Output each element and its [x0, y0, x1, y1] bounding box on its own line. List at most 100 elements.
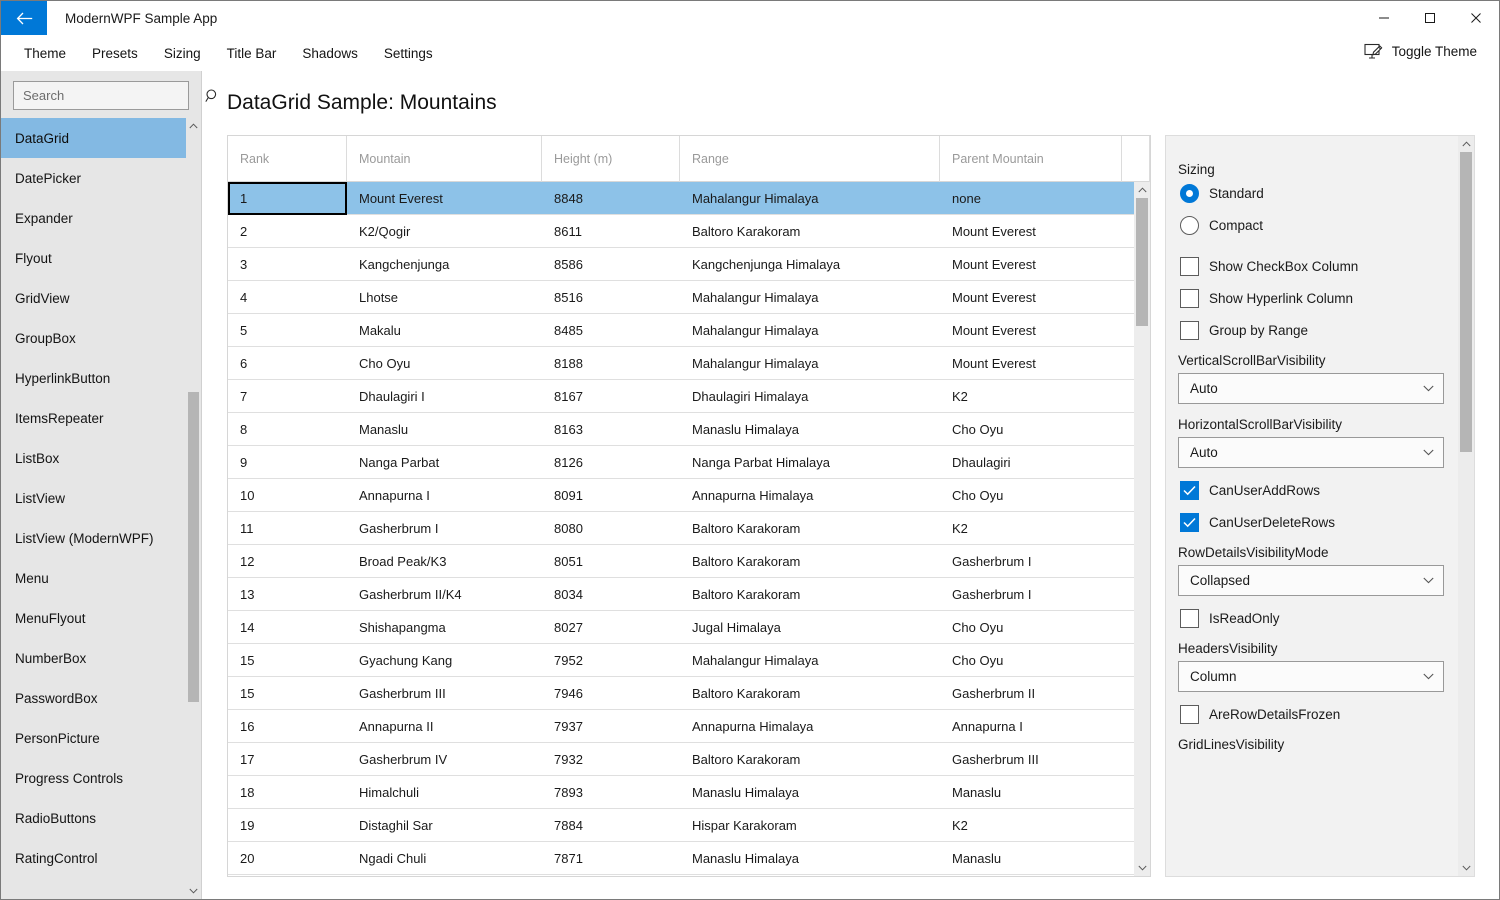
cell-rank[interactable]: 18: [228, 776, 347, 808]
back-button[interactable]: [1, 1, 47, 35]
cell-mountain[interactable]: Lhotse: [347, 281, 542, 313]
table-row[interactable]: 17Gasherbrum IV7932Baltoro KarakoramGash…: [228, 743, 1134, 776]
table-row[interactable]: 13Gasherbrum II/K48034Baltoro KarakoramG…: [228, 578, 1134, 611]
cell-height[interactable]: 8034: [542, 578, 680, 610]
table-row[interactable]: 14Shishapangma8027Jugal HimalayaCho Oyu: [228, 611, 1134, 644]
cell-height[interactable]: 8848: [542, 182, 680, 214]
cell-parent[interactable]: Manaslu: [940, 776, 1122, 808]
menu-item-sizing[interactable]: Sizing: [151, 40, 214, 67]
table-row[interactable]: 7Dhaulagiri I8167Dhaulagiri HimalayaK2: [228, 380, 1134, 413]
datagrid-scroll-up-button[interactable]: [1135, 182, 1150, 198]
cell-mountain[interactable]: Cho Oyu: [347, 347, 542, 379]
cell-height[interactable]: 8126: [542, 446, 680, 478]
table-row[interactable]: 3Kangchenjunga8586Kangchenjunga Himalaya…: [228, 248, 1134, 281]
cell-range[interactable]: Jugal Himalaya: [680, 611, 940, 643]
table-row[interactable]: 9Nanga Parbat8126Nanga Parbat HimalayaDh…: [228, 446, 1134, 479]
cell-mountain[interactable]: Gasherbrum IV: [347, 743, 542, 775]
table-row[interactable]: 5Makalu8485Mahalangur HimalayaMount Ever…: [228, 314, 1134, 347]
cell-height[interactable]: 8516: [542, 281, 680, 313]
cell-parent[interactable]: Mount Everest: [940, 281, 1122, 313]
cell-range[interactable]: Mahalangur Himalaya: [680, 281, 940, 313]
sidebar-item-datepicker[interactable]: DatePicker: [1, 158, 187, 198]
cell-mountain[interactable]: Gyachung Kang: [347, 644, 542, 676]
sidebar-scroll-down-button[interactable]: [186, 883, 201, 899]
cell-rank[interactable]: 7: [228, 380, 347, 412]
row-details-visibility-mode-select[interactable]: Collapsed: [1178, 565, 1444, 596]
cell-rank[interactable]: 15: [228, 644, 347, 676]
menu-item-settings[interactable]: Settings: [371, 40, 446, 67]
cell-range[interactable]: Baltoro Karakoram: [680, 677, 940, 709]
cell-height[interactable]: 8611: [542, 215, 680, 247]
table-row[interactable]: 15Gasherbrum III7946Baltoro KarakoramGas…: [228, 677, 1134, 710]
cell-rank[interactable]: 1: [228, 182, 347, 215]
cell-parent[interactable]: Gasherbrum I: [940, 578, 1122, 610]
settings-scroll-up-button[interactable]: [1459, 136, 1474, 152]
cell-height[interactable]: 7937: [542, 710, 680, 742]
cell-rank[interactable]: 10: [228, 479, 347, 511]
cell-parent[interactable]: Gasherbrum I: [940, 545, 1122, 577]
sidebar-scroll-track[interactable]: [186, 134, 201, 883]
cell-range[interactable]: Baltoro Karakoram: [680, 578, 940, 610]
table-row[interactable]: 2K2/Qogir8611Baltoro KarakoramMount Ever…: [228, 215, 1134, 248]
cell-rank[interactable]: 2: [228, 215, 347, 247]
column-header-mountain[interactable]: Mountain: [347, 136, 542, 182]
cell-parent[interactable]: Mount Everest: [940, 248, 1122, 280]
cell-mountain[interactable]: Manaslu: [347, 413, 542, 445]
datagrid-scroll-thumb[interactable]: [1136, 198, 1148, 326]
cell-mountain[interactable]: Ngadi Chuli: [347, 842, 542, 874]
sidebar-item-progress-controls[interactable]: Progress Controls: [1, 758, 187, 798]
table-row[interactable]: 15Gyachung Kang7952Mahalangur HimalayaCh…: [228, 644, 1134, 677]
search-button[interactable]: [205, 82, 220, 109]
table-row[interactable]: 6Cho Oyu8188Mahalangur HimalayaMount Eve…: [228, 347, 1134, 380]
menu-item-shadows[interactable]: Shadows: [289, 40, 371, 67]
cell-height[interactable]: 7932: [542, 743, 680, 775]
checkbox-is-read-only[interactable]: IsReadOnly: [1178, 609, 1444, 628]
checkbox-are-row-details-frozen[interactable]: AreRowDetailsFrozen: [1178, 705, 1444, 724]
sidebar-item-gridview[interactable]: GridView: [1, 278, 187, 318]
cell-mountain[interactable]: Kangchenjunga: [347, 248, 542, 280]
table-row[interactable]: 4Lhotse8516Mahalangur HimalayaMount Ever…: [228, 281, 1134, 314]
column-header-height[interactable]: Height (m): [542, 136, 680, 182]
cell-rank[interactable]: 6: [228, 347, 347, 379]
cell-mountain[interactable]: Annapurna I: [347, 479, 542, 511]
radio-compact[interactable]: Compact: [1178, 216, 1444, 235]
cell-rank[interactable]: 5: [228, 314, 347, 346]
sidebar-item-flyout[interactable]: Flyout: [1, 238, 187, 278]
menu-item-theme[interactable]: Theme: [11, 40, 79, 67]
cell-range[interactable]: Baltoro Karakoram: [680, 743, 940, 775]
table-row[interactable]: 11Gasherbrum I8080Baltoro KarakoramK2: [228, 512, 1134, 545]
cell-range[interactable]: Manaslu Himalaya: [680, 776, 940, 808]
cell-range[interactable]: Nanga Parbat Himalaya: [680, 446, 940, 478]
datagrid-scrollbar[interactable]: [1134, 182, 1150, 876]
sidebar-item-ratingcontrol[interactable]: RatingControl: [1, 838, 187, 878]
table-row[interactable]: 12Broad Peak/K38051Baltoro KarakoramGash…: [228, 545, 1134, 578]
checkbox-can-user-delete-rows[interactable]: CanUserDeleteRows: [1178, 513, 1444, 532]
table-row[interactable]: 8Manaslu8163Manaslu HimalayaCho Oyu: [228, 413, 1134, 446]
sidebar-item-numberbox[interactable]: NumberBox: [1, 638, 187, 678]
datagrid-scroll-track[interactable]: [1134, 198, 1150, 860]
cell-parent[interactable]: K2: [940, 512, 1122, 544]
cell-parent[interactable]: K2: [940, 809, 1122, 841]
cell-range[interactable]: Manaslu Himalaya: [680, 842, 940, 874]
cell-range[interactable]: Annapurna Himalaya: [680, 710, 940, 742]
sidebar-item-listbox[interactable]: ListBox: [1, 438, 187, 478]
cell-mountain[interactable]: K2/Qogir: [347, 215, 542, 247]
cell-height[interactable]: 8163: [542, 413, 680, 445]
column-header-filler[interactable]: [1122, 136, 1150, 182]
maximize-button[interactable]: [1407, 1, 1453, 35]
cell-height[interactable]: 7884: [542, 809, 680, 841]
settings-scrollbar[interactable]: [1458, 136, 1474, 876]
sidebar-item-datagrid[interactable]: DataGrid: [1, 118, 187, 158]
column-header-parent-mountain[interactable]: Parent Mountain: [940, 136, 1122, 182]
cell-rank[interactable]: 14: [228, 611, 347, 643]
cell-rank[interactable]: 9: [228, 446, 347, 478]
sidebar-item-personpicture[interactable]: PersonPicture: [1, 718, 187, 758]
sidebar-scrollbar[interactable]: [186, 118, 201, 899]
sidebar-item-hyperlinkbutton[interactable]: HyperlinkButton: [1, 358, 187, 398]
cell-range[interactable]: Baltoro Karakoram: [680, 512, 940, 544]
cell-height[interactable]: 8051: [542, 545, 680, 577]
headers-visibility-select[interactable]: Column: [1178, 661, 1444, 692]
cell-height[interactable]: 7952: [542, 644, 680, 676]
search-box[interactable]: [13, 81, 189, 110]
column-header-rank[interactable]: Rank: [228, 136, 347, 182]
